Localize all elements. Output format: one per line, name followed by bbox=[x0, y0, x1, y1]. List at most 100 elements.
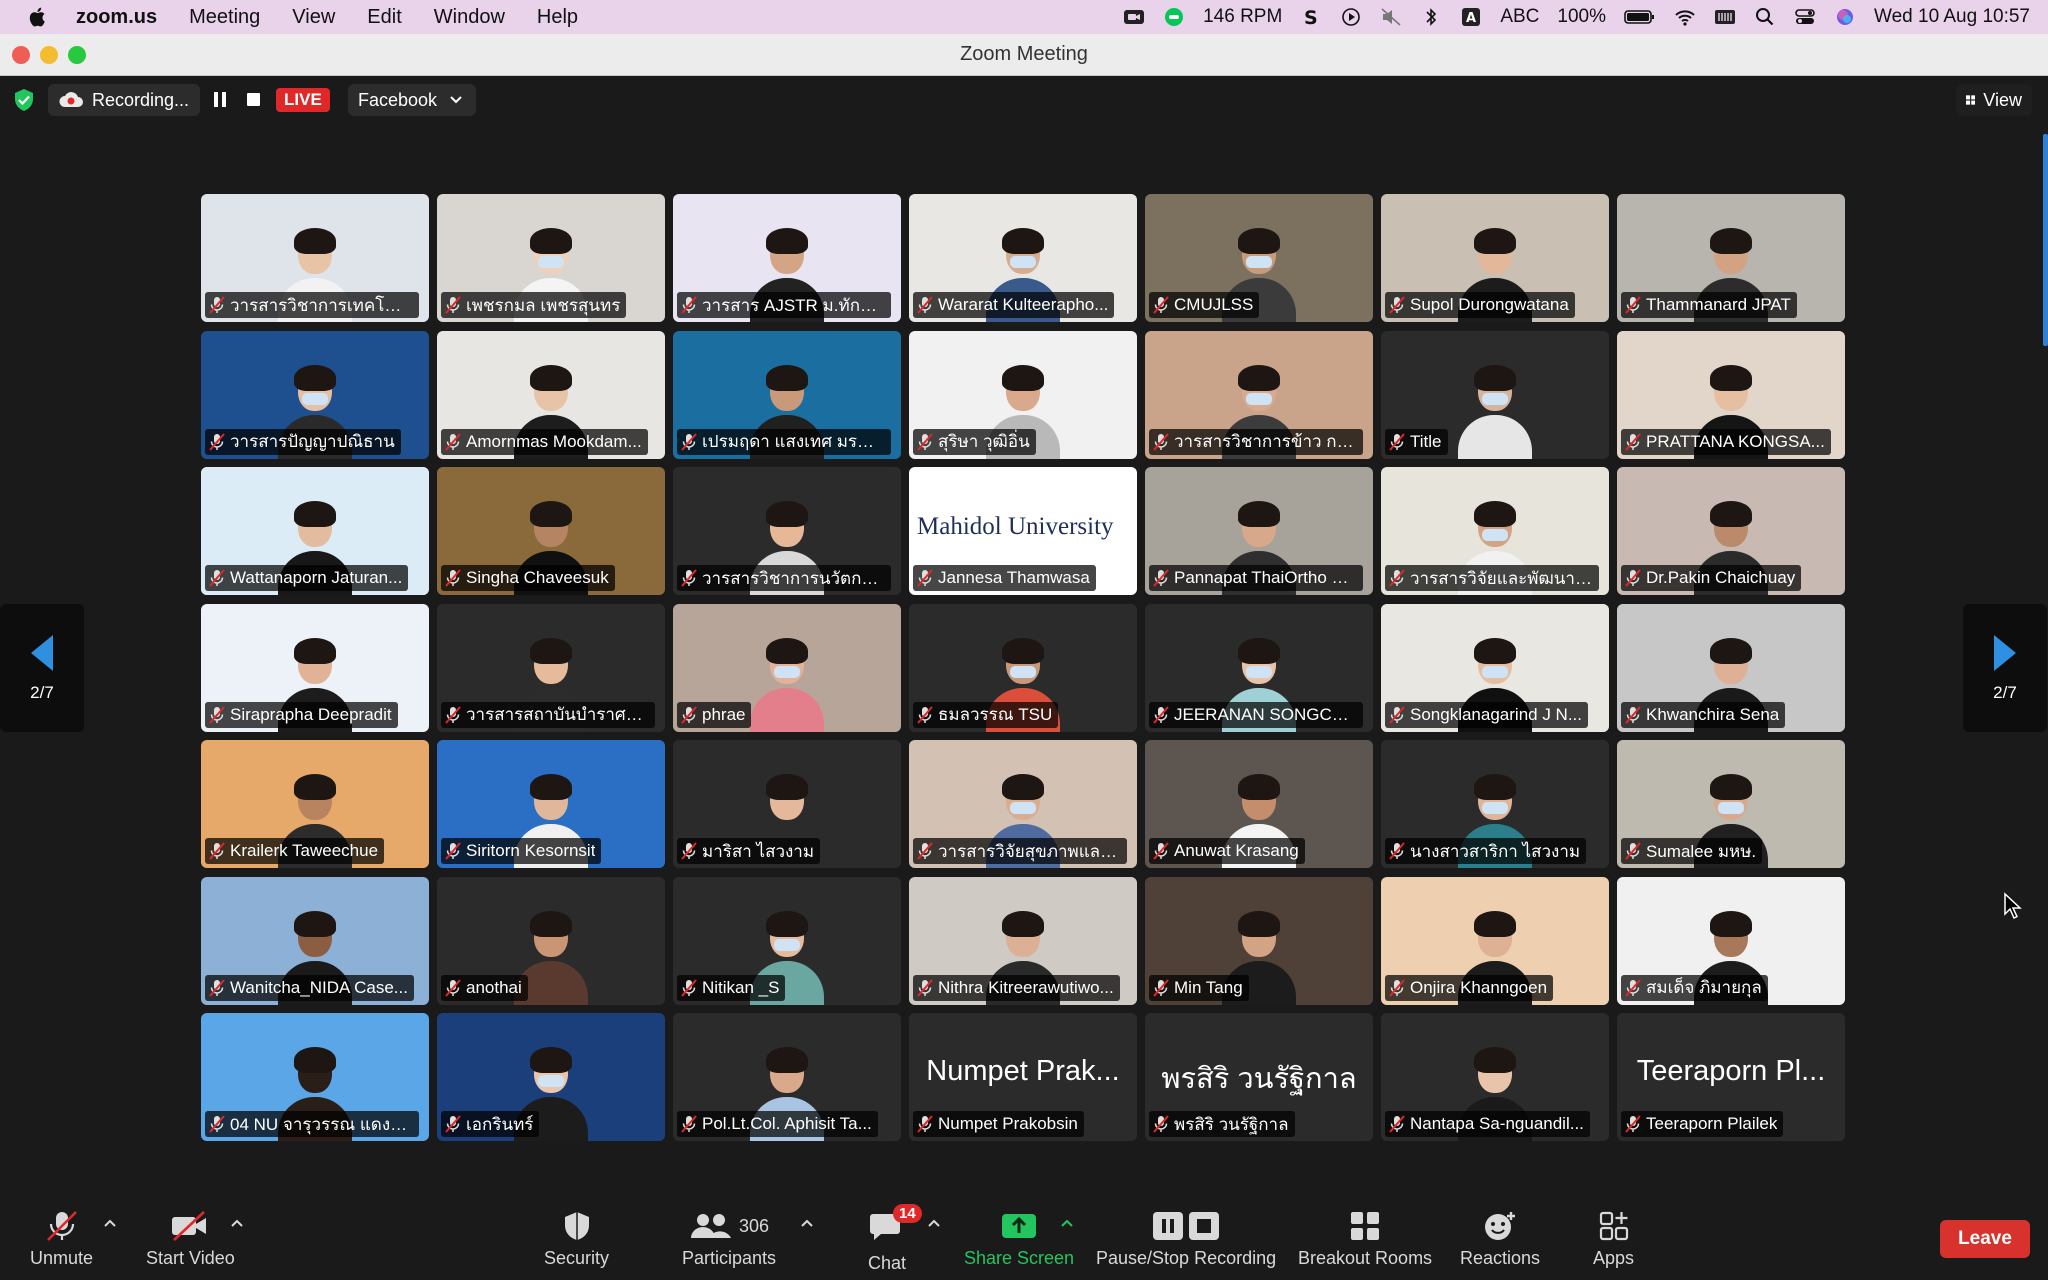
view-button[interactable]: View bbox=[1956, 84, 2032, 116]
security-button[interactable]: Security bbox=[544, 1210, 609, 1269]
participant-tile[interactable]: Supol Durongwatana bbox=[1381, 194, 1609, 322]
participant-tile[interactable]: สมเด็จ ภิมายกุล bbox=[1617, 876, 1845, 1005]
pause-recording-button[interactable] bbox=[214, 92, 228, 107]
chat-chevron-up-icon[interactable] bbox=[927, 1218, 941, 1228]
participant-tile[interactable]: JEERANAN SONGCH... bbox=[1145, 603, 1373, 732]
participant-tile[interactable]: Songklanagarind J N... bbox=[1381, 603, 1609, 732]
battery-icon[interactable] bbox=[1624, 7, 1656, 27]
participant-tile[interactable]: Siraprapha Deepradit bbox=[201, 603, 429, 732]
participant-tile[interactable]: Nantapa Sa-nguandil... bbox=[1381, 1013, 1609, 1141]
leave-button[interactable]: Leave bbox=[1940, 1220, 2030, 1258]
rpm-readout[interactable]: 146 RPM bbox=[1203, 6, 1282, 28]
pause-recording-icon[interactable] bbox=[215, 169, 229, 183]
participant-tile[interactable]: วารสาร AJSTR ม.ทักษิ... bbox=[673, 194, 901, 322]
participant-tile[interactable]: Numpet Prak... Numpet Prakobsin bbox=[909, 1013, 1137, 1141]
breakout-rooms-button[interactable]: Breakout Rooms bbox=[1298, 1210, 1432, 1269]
input-source-icon[interactable]: A bbox=[1460, 7, 1482, 27]
zoom-status-icon[interactable] bbox=[1123, 7, 1145, 27]
participant-tile[interactable]: Khwanchira Sena bbox=[1617, 603, 1845, 732]
participant-tile[interactable]: เอกรินทร์ bbox=[437, 1013, 665, 1141]
participant-tile[interactable]: วารสารวิจัยและพัฒนา ว... bbox=[1381, 467, 1609, 595]
unmute-button[interactable]: Unmute bbox=[30, 1210, 93, 1269]
participants-chevron-up-icon[interactable] bbox=[800, 1218, 814, 1228]
siri-icon[interactable] bbox=[1834, 7, 1856, 27]
live-badge[interactable]: LIVE bbox=[276, 88, 330, 112]
participant-tile[interactable]: Sumalee มหษ. bbox=[1617, 740, 1845, 868]
participant-tile[interactable]: phrae bbox=[673, 603, 901, 732]
bluetooth-icon[interactable] bbox=[1420, 7, 1442, 27]
participant-tile[interactable]: ธมลวรรณ TSU bbox=[909, 603, 1137, 732]
menu-help[interactable]: Help bbox=[537, 6, 578, 29]
control-center-icon[interactable] bbox=[1794, 7, 1816, 27]
wifi-icon[interactable] bbox=[1674, 7, 1696, 27]
participant-tile[interactable]: Wararat Kulteerapho... bbox=[909, 194, 1137, 322]
pause-stop-recording-button[interactable]: Pause/Stop Recording bbox=[1096, 1210, 1276, 1269]
participant-tile[interactable]: Pannapat ThaiOrtho Jou... bbox=[1145, 467, 1373, 595]
apps-button[interactable]: Apps bbox=[1593, 1210, 1634, 1269]
clock[interactable]: Wed 10 Aug 10:57 bbox=[1874, 6, 2030, 28]
participant-tile[interactable]: Onjira Khanngoen bbox=[1381, 876, 1609, 1005]
menu-window[interactable]: Window bbox=[434, 6, 505, 29]
side-scroll-indicator[interactable] bbox=[2043, 134, 2048, 346]
participant-tile[interactable]: วารสารวิจัยสุขภาพและก... bbox=[909, 740, 1137, 868]
apple-logo-icon[interactable] bbox=[28, 6, 48, 28]
participant-tile[interactable]: เพชรกมล เพชรสุนทร bbox=[437, 194, 665, 322]
participant-tile[interactable]: Pol.Lt.Col. Aphisit Ta... bbox=[673, 1013, 901, 1141]
participant-tile[interactable]: เปรมฤดา แสงเทศ มรภ.... bbox=[673, 330, 901, 459]
stream-target-dropdown[interactable]: Facebook bbox=[348, 84, 476, 116]
next-page-button[interactable]: 2/7 bbox=[1963, 604, 2047, 732]
previous-page-button[interactable]: 2/7 bbox=[0, 604, 84, 732]
participant-tile[interactable]: Nithra Kitreerawutiwo... bbox=[909, 876, 1137, 1005]
s-app-icon[interactable]: S bbox=[1300, 7, 1322, 27]
participant-tile[interactable]: Min Tang bbox=[1145, 876, 1373, 1005]
close-window-button[interactable] bbox=[12, 46, 30, 64]
stop-recording-button[interactable] bbox=[247, 93, 260, 106]
participant-tile[interactable]: Krailerk Taweechue bbox=[201, 740, 429, 868]
keyboard-meter-icon[interactable] bbox=[1714, 7, 1736, 27]
menu-view[interactable]: View bbox=[292, 6, 335, 29]
minimize-window-button[interactable] bbox=[40, 46, 58, 64]
menu-edit[interactable]: Edit bbox=[367, 6, 401, 29]
participant-tile[interactable]: วารสารวิชาการข้าว กรม... bbox=[1145, 330, 1373, 459]
participant-tile[interactable]: Thammanard JPAT bbox=[1617, 194, 1845, 322]
participant-tile[interactable]: พรสิริ วนรัฐิกาล พรสิริ วนรัฐิกาล bbox=[1145, 1013, 1373, 1141]
participant-tile[interactable]: Teeraporn Pl... Teeraporn Plailek bbox=[1617, 1013, 1845, 1141]
participant-tile[interactable]: วารสารวิชาการนวัตกรร... bbox=[673, 467, 901, 595]
share-options-chevron-up-icon[interactable] bbox=[1060, 1218, 1074, 1228]
participant-tile[interactable]: Mahidol University Jannesa Thamwasa bbox=[909, 467, 1137, 595]
participant-tile[interactable]: Nitikan _S bbox=[673, 876, 901, 1005]
participant-tile[interactable]: Singha Chaveesuk bbox=[437, 467, 665, 595]
menu-meeting[interactable]: Meeting bbox=[189, 6, 260, 29]
reactions-button[interactable]: Reactions bbox=[1460, 1210, 1540, 1269]
input-source-label[interactable]: ABC bbox=[1500, 6, 1539, 28]
participant-tile[interactable]: CMUJLSS bbox=[1145, 194, 1373, 322]
chat-button[interactable]: 14 Chat bbox=[868, 1204, 922, 1274]
participants-button[interactable]: 306 Participants bbox=[682, 1210, 776, 1269]
audio-options-chevron-up-icon[interactable] bbox=[103, 1218, 117, 1228]
participant-tile[interactable]: Dr.Pakin Chaichuay bbox=[1617, 467, 1845, 595]
start-video-button[interactable]: Start Video bbox=[146, 1210, 235, 1269]
zoom-window-button[interactable] bbox=[68, 46, 86, 64]
participant-tile[interactable]: 04 NU จารุวรรณ แดงบุ... bbox=[201, 1013, 429, 1141]
participant-tile[interactable]: วารสารวิชาการเทคโนโล... bbox=[201, 194, 429, 322]
participant-tile[interactable]: Title bbox=[1381, 330, 1609, 459]
participant-tile[interactable]: anothai bbox=[437, 876, 665, 1005]
participant-tile[interactable]: Anuwat Krasang bbox=[1145, 740, 1373, 868]
menu-app-name[interactable]: zoom.us bbox=[76, 6, 157, 29]
video-options-chevron-up-icon[interactable] bbox=[230, 1218, 244, 1228]
shield-check-icon[interactable] bbox=[13, 88, 35, 112]
muted-speaker-icon[interactable] bbox=[1380, 7, 1402, 27]
line-app-icon[interactable] bbox=[1163, 7, 1185, 27]
participant-tile[interactable]: Siritorn Kesornsit bbox=[437, 740, 665, 868]
participant-tile[interactable]: Wanitcha_NIDA Case... bbox=[201, 876, 429, 1005]
recording-indicator[interactable]: Recording... bbox=[48, 84, 200, 116]
participant-tile[interactable]: มาริสา ไสวงาม bbox=[673, 740, 901, 868]
participant-tile[interactable]: วารสารสถาบันบำราศนร... bbox=[437, 603, 665, 732]
spotlight-search-icon[interactable] bbox=[1754, 7, 1776, 27]
participant-tile[interactable]: Amornmas Mookdam... bbox=[437, 330, 665, 459]
share-screen-button[interactable]: Share Screen bbox=[964, 1210, 1074, 1269]
play-circle-icon[interactable] bbox=[1340, 7, 1362, 27]
participant-tile[interactable]: นางสาวสาริกา ไสวงาม bbox=[1381, 740, 1609, 868]
participant-tile[interactable]: สุริษา วุฒิอิ่น bbox=[909, 330, 1137, 459]
participant-tile[interactable]: PRATTANA KONGSA... bbox=[1617, 330, 1845, 459]
